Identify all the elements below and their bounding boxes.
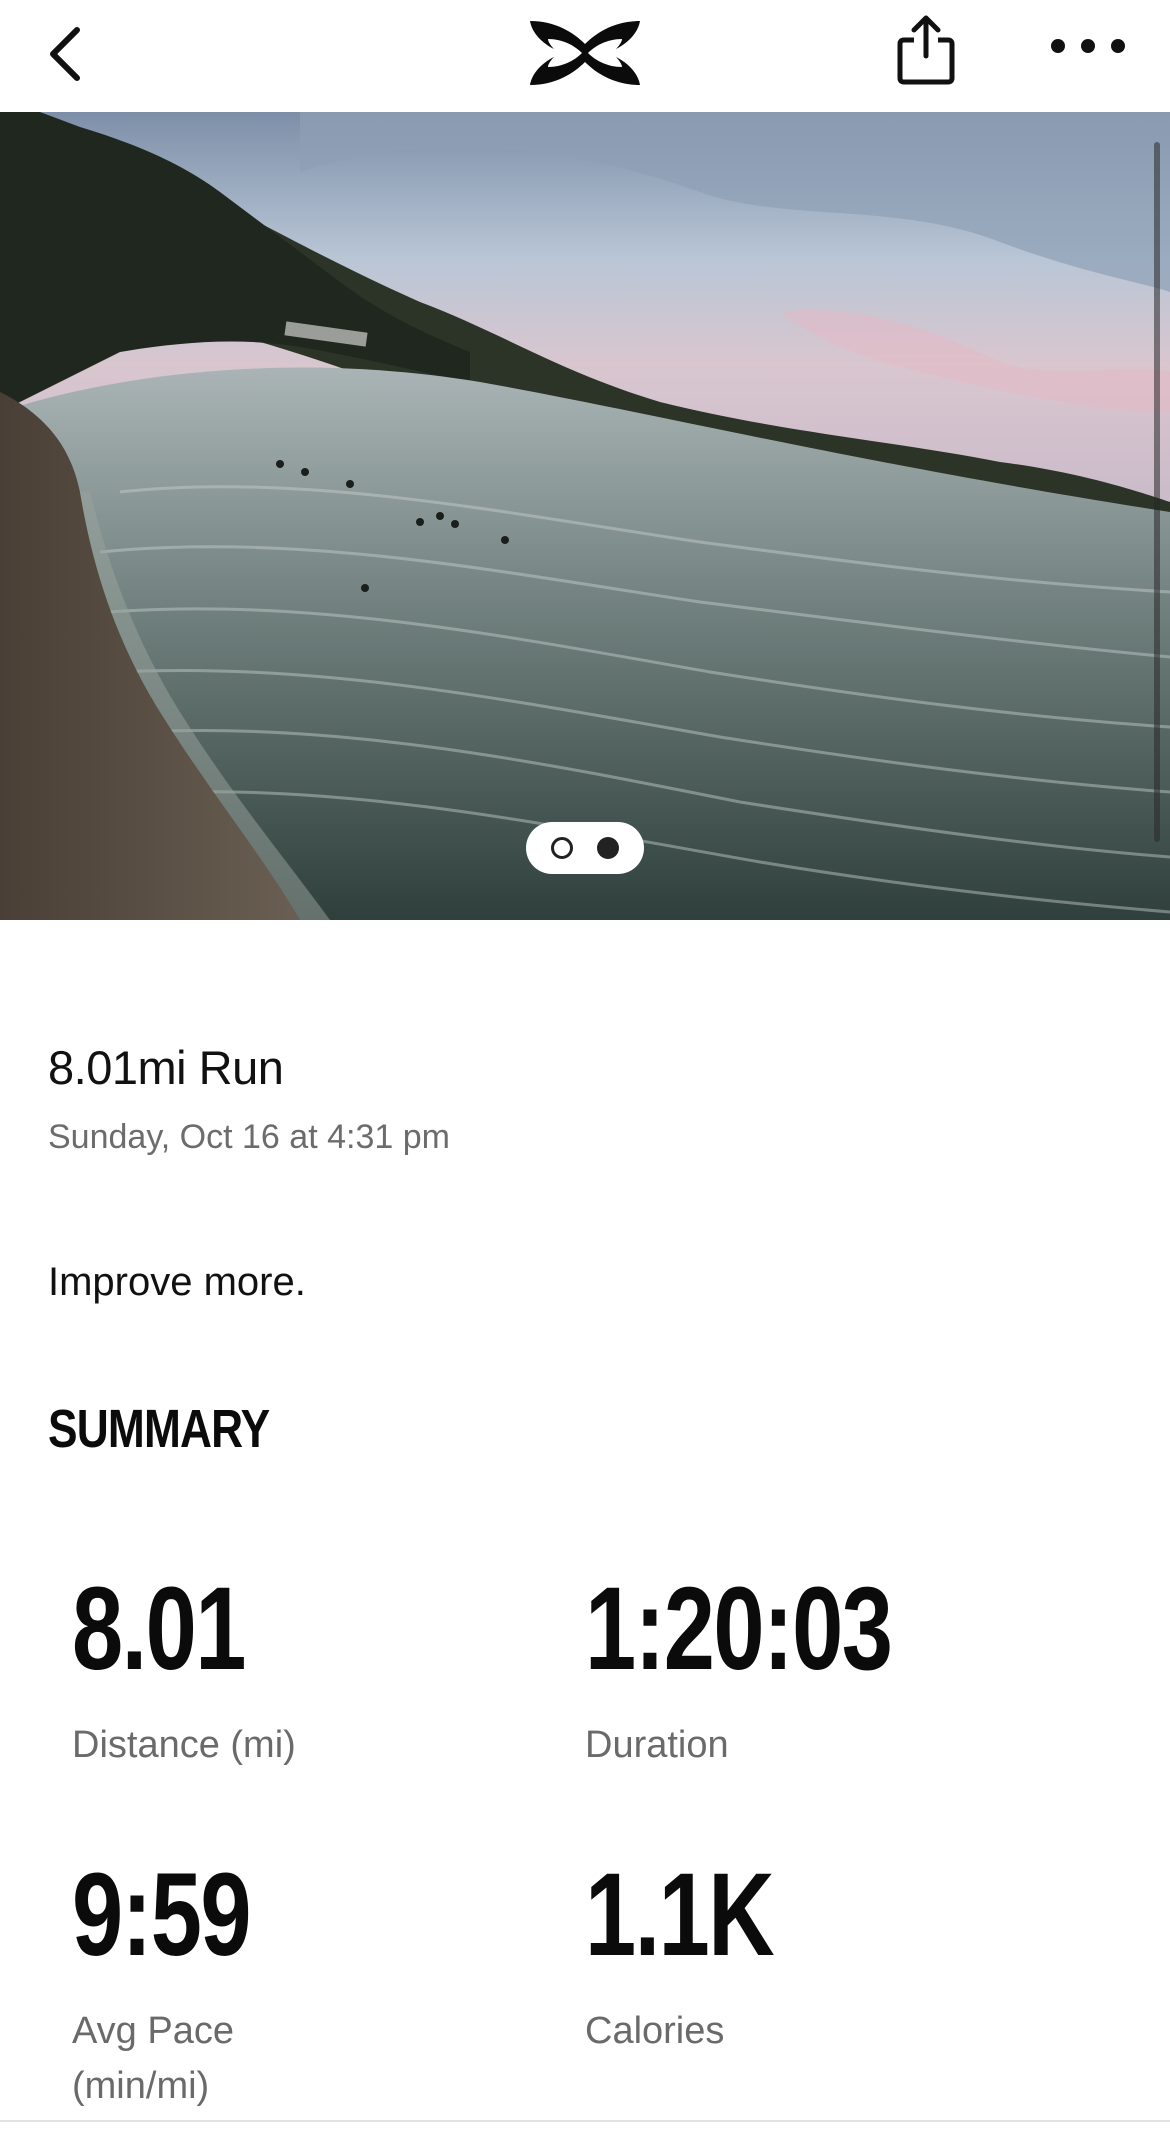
more-horizontal-icon xyxy=(1050,39,1125,53)
top-nav-bar xyxy=(0,0,1170,112)
under-armour-logo xyxy=(520,8,650,98)
activity-date: Sunday, Oct 16 at 4:31 pm xyxy=(48,1118,450,1156)
divider xyxy=(0,2120,1170,2122)
stat-avg-pace-value: 9:59 xyxy=(72,1849,252,1981)
activity-title: 8.01mi Run xyxy=(48,1041,284,1094)
pager-dot-1[interactable] xyxy=(551,837,573,859)
hero-scrollbar xyxy=(1154,142,1160,842)
activity-detail-screen: 8.01mi Run Sunday, Oct 16 at 4:31 pm Imp… xyxy=(0,0,1170,2151)
stat-calories-value: 1.1K xyxy=(585,1849,775,1981)
back-button[interactable] xyxy=(30,14,100,94)
photo-pager xyxy=(526,822,644,874)
stat-duration: 1:20:03 Duration xyxy=(585,1570,978,1773)
activity-photo-carousel[interactable] xyxy=(0,112,1170,920)
more-options-button[interactable] xyxy=(1040,16,1135,76)
summary-heading: SUMMARY xyxy=(48,1399,270,1459)
stat-avg-pace: 9:59 Avg Pace (min/mi) xyxy=(72,1856,332,2114)
pager-dot-2-active[interactable] xyxy=(597,837,619,859)
chevron-left-icon xyxy=(50,27,80,81)
share-button[interactable] xyxy=(886,6,966,94)
stat-calories: 1.1K Calories xyxy=(585,1856,845,2059)
stat-duration-value: 1:20:03 xyxy=(585,1563,893,1695)
stat-distance-value: 8.01 xyxy=(72,1563,246,1695)
share-icon xyxy=(897,15,955,85)
stat-avg-pace-label: Avg Pace (min/mi) xyxy=(72,2010,234,2107)
stat-calories-label: Calories xyxy=(585,2010,725,2052)
lake-photo xyxy=(0,112,1170,920)
stat-duration-label: Duration xyxy=(585,1724,729,1766)
activity-note: Improve more. xyxy=(48,1260,306,1304)
stat-distance: 8.01 Distance (mi) xyxy=(72,1570,332,1773)
stat-distance-label: Distance (mi) xyxy=(72,1724,296,1766)
